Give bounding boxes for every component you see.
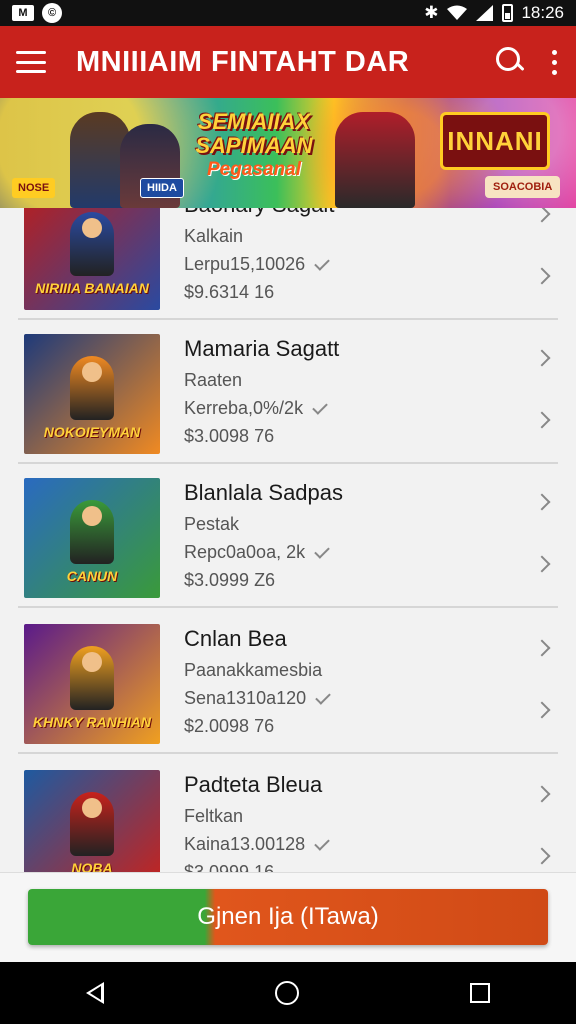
status-time: 18:26 [521,3,564,22]
chevron-right-icon[interactable] [533,847,551,865]
chevron-right-icon[interactable] [533,701,551,719]
item-meta-text: Kaina13.00128 [184,834,306,854]
thumbnail-character [70,356,114,420]
item-price: $2.0098 76 [184,716,275,736]
banner-cta-button[interactable]: SOACOBIA [485,176,561,198]
item-meta-text: Sena1310a120 [184,688,307,708]
system-nav-bar [0,962,576,1024]
signal-icon [476,5,494,21]
notification-icon: M [12,5,34,21]
item-price: $3.0098 76 [184,426,275,446]
banner-tag-mid: HIIDA [140,178,184,198]
list-item[interactable]: NOBA Padteta Bleua Feltkan Kaina13.00128 $3.… [18,756,558,872]
check-icon [315,688,331,705]
item-title: Padteta Bleua [184,772,323,797]
banner-headline-text: SEMIAIIAX SAPIMAAN [195,109,313,158]
banner-subheadline: Pegasanal [207,159,301,180]
item-title: Mamaria Sagatt [184,336,340,361]
item-title: Baonary Sagait [184,208,334,218]
thumbnail-caption: NIRIIIA BANAIAN [35,280,149,296]
game-list: NIRIIIA BANAIAN Baonary Sagait Kalkain Lerp… [0,208,576,872]
notification-circle-icon: © [42,3,62,23]
chevron-right-icon[interactable] [533,493,551,511]
home-icon[interactable] [274,981,299,1005]
banner-hero-figure [335,112,415,208]
game-thumbnail: NOKOIEYMAN [24,334,160,454]
item-meta: Kaina13.00128 [184,834,330,855]
bluetooth-icon: ✱ [424,3,439,22]
battery-icon [502,4,514,22]
banner-headline: SEMIAIIAX SAPIMAAN Pegasanal [184,110,324,182]
chevron-right-icon[interactable] [533,785,551,803]
item-meta-text: Repc0a0oa, 2k [184,542,306,562]
banner-tag-left: NOSE [12,178,56,198]
thumbnail-caption: CANUN [66,568,118,584]
thumbnail-caption: KHNKY RANHIAN [33,714,151,730]
primary-action-button[interactable]: Gjnen Ija (ITawa) [28,889,548,945]
bottom-action-area: Gjnen Ija (ITawa) [0,872,576,962]
search-icon[interactable] [494,45,528,79]
game-thumbnail: KHNKY RANHIAN [24,624,160,744]
status-left: M © [12,3,62,23]
item-title: Blanlala Sadpas [184,480,344,505]
game-thumbnail: NOBA [24,770,160,872]
thumbnail-caption: NOKOIEYMAN [43,424,141,440]
item-subtitle: Paanakkamesbia [184,660,323,680]
wifi-icon [447,5,468,20]
chevron-right-icon[interactable] [533,411,551,429]
chevron-right-icon[interactable] [533,349,551,367]
item-meta-text: Kerreba,0%/2k [184,398,304,418]
thumbnail-caption: NOBA [71,860,113,872]
item-meta: Repc0a0oa, 2k [184,542,330,563]
list-item[interactable]: CANUN Blanlala Sadpas Pestak Repc0a0oa, 2k $… [18,464,558,608]
check-icon [312,398,328,415]
item-price: $9.6314 16 [184,282,275,302]
item-subtitle: Kalkain [184,226,244,246]
check-icon [314,834,330,851]
list-item[interactable]: KHNKY RANHIAN Cnlan Bea Paanakkamesbia Sena… [18,610,558,754]
thumbnail-character [70,500,114,564]
recent-apps-icon[interactable] [470,983,491,1003]
thumbnail-character [70,792,114,856]
status-bar: M © ✱ 18:26 [0,0,576,26]
item-meta: Lerpu15,10026 [184,254,330,275]
list-item[interactable]: NIRIIIA BANAIAN Baonary Sagait Kalkain Lerp… [18,208,558,320]
list-item[interactable]: NOKOIEYMAN Mamaria Sagatt Raaten Kerreba,0%… [18,320,558,464]
check-icon [314,542,330,559]
game-thumbnail: NIRIIIA BANAIAN [24,208,160,310]
item-meta-text: Lerpu15,10026 [184,254,306,274]
item-meta: Sena1310a120 [184,688,331,709]
item-subtitle: Pestak [184,514,240,534]
app-bar: MNIIIAIM FINTAHT DAR [0,26,576,98]
check-icon [314,254,330,271]
app-title: MNIIIAIM FINTAHT DAR [76,45,410,78]
chevron-right-icon[interactable] [533,267,551,285]
item-subtitle: Feltkan [184,806,244,826]
back-icon[interactable] [85,982,104,1004]
menu-icon[interactable] [16,51,46,73]
item-subtitle: Raaten [184,370,243,390]
thumbnail-character [70,646,114,710]
banner-logo: INNANI [440,112,550,170]
item-price: $3.0999 16 [184,862,275,872]
chevron-right-icon[interactable] [533,208,551,223]
thumbnail-character [70,212,114,276]
item-price: $3.0999 Z6 [184,570,276,590]
item-meta: Kerreba,0%/2k [184,398,328,419]
item-title: Cnlan Bea [184,626,287,651]
chevron-right-icon[interactable] [533,555,551,573]
status-right: ✱ 18:26 [424,3,564,23]
more-vert-icon[interactable] [548,49,560,75]
game-thumbnail: CANUN [24,478,160,598]
chevron-right-icon[interactable] [533,639,551,657]
